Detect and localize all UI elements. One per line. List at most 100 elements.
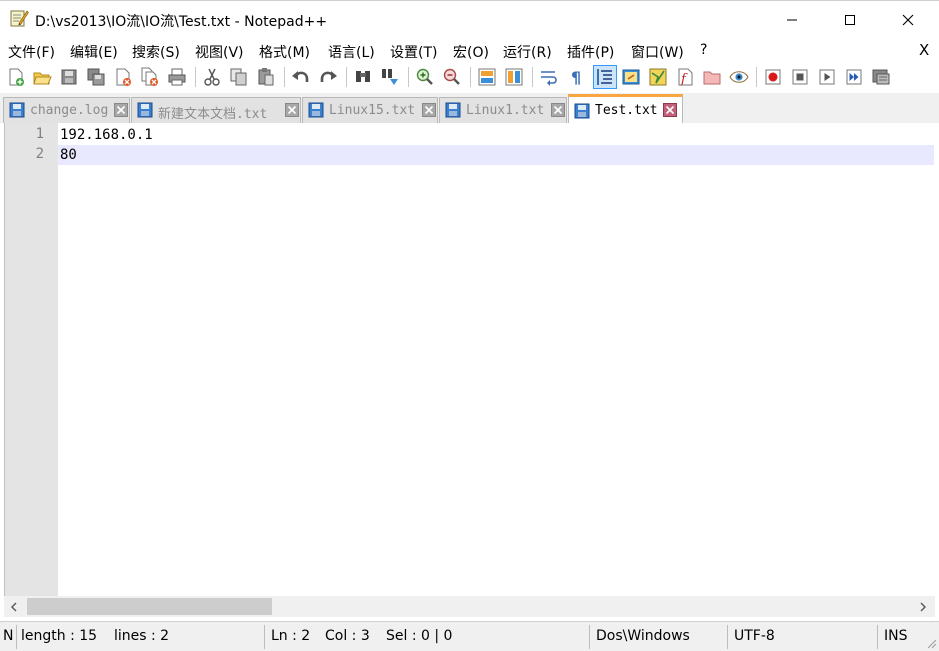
tab-linux1[interactable]: Linux1.txt	[439, 97, 567, 123]
toolbar-separator	[408, 67, 409, 87]
word-wrap-button[interactable]	[537, 65, 561, 89]
save-macro-button[interactable]	[869, 65, 893, 89]
save-all-icon	[87, 68, 105, 86]
tab-change-log[interactable]: change.log	[3, 97, 130, 123]
sync-horizontal-button[interactable]	[502, 65, 526, 89]
status-encoding: UTF-8	[734, 628, 775, 644]
chevron-right-icon	[920, 602, 926, 611]
save-button[interactable]	[57, 65, 81, 89]
toolbar-separator	[470, 67, 471, 87]
redo-button[interactable]	[316, 65, 340, 89]
scroll-right-button[interactable]	[913, 596, 933, 617]
record-macro-button[interactable]	[761, 65, 785, 89]
undo-button[interactable]	[289, 65, 313, 89]
scrollbar-thumb[interactable]	[27, 598, 272, 615]
resize-grip-icon[interactable]	[925, 637, 937, 649]
indent-guide-button[interactable]	[593, 65, 617, 89]
menu-run[interactable]: 运行(R)	[503, 42, 552, 62]
menu-bar: 文件(F) 编辑(E) 搜索(S) 视图(V) 格式(M) 语言(L) 设置(T…	[0, 38, 939, 63]
menu-plugins[interactable]: 插件(P)	[567, 42, 614, 62]
save-all-button[interactable]	[84, 65, 108, 89]
tab-close-icon[interactable]	[285, 103, 299, 117]
minimize-button[interactable]	[763, 1, 821, 39]
saved-disk-icon	[445, 102, 461, 118]
paste-button[interactable]	[254, 65, 278, 89]
function-list-button[interactable]: f	[673, 65, 697, 89]
tab-test-txt[interactable]: Test.txt	[568, 94, 683, 123]
close-file-button[interactable]	[111, 65, 135, 89]
status-ln: Ln : 2	[271, 628, 311, 644]
show-all-chars-icon: ¶	[571, 68, 581, 87]
tab-linux15[interactable]: Linux15.txt	[302, 97, 438, 123]
menu-language[interactable]: 语言(L)	[328, 42, 375, 62]
folder-workspace-button[interactable]	[700, 65, 724, 89]
tab-close-icon[interactable]	[663, 103, 677, 117]
close-all-icon	[141, 67, 158, 86]
stop-record-button[interactable]	[788, 65, 812, 89]
tab-bar: change.log 新建文本文档.txt Linux15.txt Linux1…	[0, 93, 939, 123]
status-separator	[589, 625, 590, 649]
code-line-current[interactable]: 80	[58, 145, 934, 165]
menu-macro[interactable]: 宏(O)	[453, 42, 489, 62]
menu-window[interactable]: 窗口(W)	[631, 42, 684, 62]
close-icon	[902, 14, 914, 26]
monitoring-button[interactable]	[727, 65, 751, 89]
indent-guide-icon	[597, 69, 612, 85]
zoom-out-button[interactable]	[440, 65, 464, 89]
new-file-button[interactable]	[4, 65, 28, 89]
menu-file[interactable]: 文件(F)	[8, 42, 55, 62]
menu-settings[interactable]: 设置(T)	[390, 42, 437, 62]
tab-close-icon[interactable]	[114, 103, 128, 117]
status-length: length : 15	[21, 628, 98, 644]
status-separator	[727, 625, 728, 649]
close-document-button[interactable]: X	[919, 41, 929, 59]
function-list-icon: f	[678, 68, 693, 87]
menu-edit[interactable]: 编辑(E)	[70, 42, 118, 62]
menu-view[interactable]: 视图(V)	[195, 42, 244, 62]
replace-button[interactable]	[378, 65, 402, 89]
tab-label: Test.txt	[595, 103, 658, 118]
title-bar: D:\vs2013\IO流\IO流\Test.txt - Notepad++	[0, 0, 939, 38]
toolbar-separator	[346, 67, 347, 87]
menu-format[interactable]: 格式(M)	[259, 42, 310, 62]
close-window-button[interactable]	[879, 1, 937, 39]
tab-new-text-document[interactable]: 新建文本文档.txt	[131, 97, 301, 123]
code-line[interactable]: 192.168.0.1	[58, 125, 934, 145]
paste-icon	[258, 68, 274, 86]
tab-close-icon[interactable]	[422, 103, 436, 117]
cut-button[interactable]	[200, 65, 224, 89]
open-file-icon	[33, 72, 52, 85]
play-macro-button[interactable]	[815, 65, 839, 89]
doc-map-icon	[649, 68, 667, 86]
status-sel: Sel : 0 | 0	[386, 628, 453, 644]
close-all-button[interactable]	[138, 65, 162, 89]
sync-vertical-button[interactable]	[475, 65, 499, 89]
horizontal-scrollbar[interactable]	[4, 596, 935, 617]
menu-search[interactable]: 搜索(S)	[132, 42, 180, 62]
doc-map-button[interactable]	[646, 65, 670, 89]
folder-workspace-icon	[703, 71, 721, 85]
open-file-button[interactable]	[30, 65, 54, 89]
maximize-icon	[845, 15, 855, 25]
print-icon	[168, 68, 186, 86]
editor-area[interactable]: 1 2 192.168.0.1 80	[4, 123, 935, 596]
minimize-icon	[787, 19, 797, 21]
maximize-button[interactable]	[821, 1, 879, 39]
zoom-in-button[interactable]	[413, 65, 437, 89]
tab-label: Linux15.txt	[329, 103, 416, 118]
record-icon	[765, 69, 781, 85]
find-button[interactable]	[351, 65, 375, 89]
copy-button[interactable]	[227, 65, 251, 89]
status-file-type: N	[3, 628, 14, 644]
toolbar-separator	[756, 67, 757, 87]
tab-close-icon[interactable]	[551, 103, 565, 117]
show-all-chars-button[interactable]: ¶	[564, 65, 588, 89]
udl-button[interactable]	[619, 65, 643, 89]
zoom-out-icon	[443, 68, 460, 85]
menu-help[interactable]: ?	[700, 42, 707, 58]
status-lines: lines : 2	[114, 628, 170, 644]
run-macro-multiple-button[interactable]	[842, 65, 866, 89]
replace-icon	[382, 69, 398, 85]
print-button[interactable]	[165, 65, 189, 89]
scroll-left-button[interactable]	[4, 596, 24, 617]
